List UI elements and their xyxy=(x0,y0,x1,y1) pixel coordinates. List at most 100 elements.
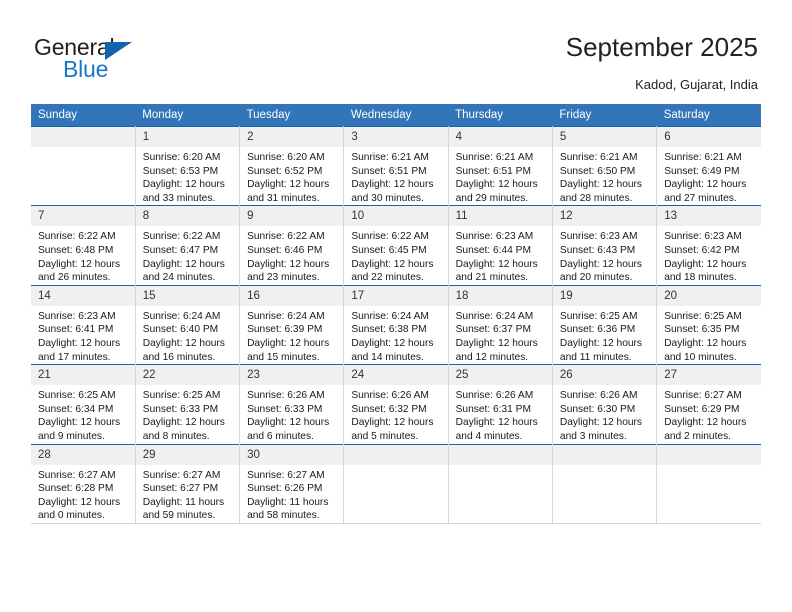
sunrise-text: Sunrise: 6:24 AM xyxy=(455,310,534,322)
daylight-text-line2: and 27 minutes. xyxy=(664,192,737,204)
day-cell[interactable]: 12 Sunrise: 6:23 AM Sunset: 6:43 PM Dayl… xyxy=(552,205,658,286)
day-details: Sunrise: 6:25 AM Sunset: 6:35 PM Dayligh… xyxy=(657,306,761,364)
daylight-text-line1: Daylight: 12 hours xyxy=(247,337,330,349)
calendar-header-row: Sunday Monday Tuesday Wednesday Thursday… xyxy=(31,104,761,127)
day-cell[interactable]: 11 Sunrise: 6:23 AM Sunset: 6:44 PM Dayl… xyxy=(448,205,553,286)
day-number: 1 xyxy=(135,127,240,147)
daylight-text-line1: Daylight: 12 hours xyxy=(142,337,225,349)
day-cell[interactable] xyxy=(343,443,449,524)
sunrise-text: Sunrise: 6:26 AM xyxy=(559,390,638,402)
daylight-text-line1: Daylight: 12 hours xyxy=(455,179,538,191)
day-cell[interactable]: 22 Sunrise: 6:25 AM Sunset: 6:33 PM Dayl… xyxy=(135,364,241,444)
day-cell[interactable]: 18 Sunrise: 6:24 AM Sunset: 6:37 PM Dayl… xyxy=(448,284,553,365)
day-cell[interactable]: 10 Sunrise: 6:22 AM Sunset: 6:45 PM Dayl… xyxy=(343,205,449,286)
calendar-week-row: 28 Sunrise: 6:27 AM Sunset: 6:28 PM Dayl… xyxy=(31,443,761,524)
sunrise-text: Sunrise: 6:24 AM xyxy=(351,310,429,322)
sunrise-text: Sunrise: 6:25 AM xyxy=(38,390,116,402)
sunrise-text: Sunrise: 6:26 AM xyxy=(247,390,325,402)
day-cell[interactable]: 16 Sunrise: 6:24 AM Sunset: 6:39 PM Dayl… xyxy=(239,284,345,365)
sunrise-text: Sunrise: 6:21 AM xyxy=(455,152,534,163)
day-cell[interactable]: 2 Sunrise: 6:20 AM Sunset: 6:52 PM Dayli… xyxy=(239,125,345,206)
day-cell[interactable]: 24 Sunrise: 6:26 AM Sunset: 6:32 PM Dayl… xyxy=(343,364,449,444)
day-cell[interactable]: 20 Sunrise: 6:25 AM Sunset: 6:35 PM Dayl… xyxy=(656,284,761,365)
sunset-text: Sunset: 6:44 PM xyxy=(455,244,531,256)
sunset-text: Sunset: 6:34 PM xyxy=(38,403,114,415)
general-blue-logo[interactable]: General Blue xyxy=(34,34,264,84)
day-details xyxy=(344,465,447,469)
day-cell[interactable] xyxy=(31,125,136,206)
sunrise-text: Sunrise: 6:25 AM xyxy=(142,390,221,402)
day-cell[interactable]: 19 Sunrise: 6:25 AM Sunset: 6:36 PM Dayl… xyxy=(552,284,658,365)
day-number: 4 xyxy=(448,127,552,147)
day-cell[interactable]: 17 Sunrise: 6:24 AM Sunset: 6:38 PM Dayl… xyxy=(343,284,449,365)
day-details: Sunrise: 6:22 AM Sunset: 6:45 PM Dayligh… xyxy=(344,226,447,284)
day-cell[interactable]: 28 Sunrise: 6:27 AM Sunset: 6:28 PM Dayl… xyxy=(31,443,136,524)
daylight-text-line2: and 29 minutes. xyxy=(455,192,529,204)
page-title: September 2025 xyxy=(565,32,758,62)
daylight-text-line2: and 28 minutes. xyxy=(559,192,633,204)
sunrise-text: Sunrise: 6:22 AM xyxy=(142,231,221,243)
day-number: 12 xyxy=(552,206,657,227)
day-details: Sunrise: 6:21 AM Sunset: 6:51 PM Dayligh… xyxy=(344,147,447,205)
day-number: 28 xyxy=(31,444,135,465)
day-cell[interactable]: 26 Sunrise: 6:26 AM Sunset: 6:30 PM Dayl… xyxy=(552,364,658,444)
day-cell[interactable] xyxy=(656,443,761,524)
day-number: 23 xyxy=(240,365,344,386)
day-cell[interactable]: 15 Sunrise: 6:24 AM Sunset: 6:40 PM Dayl… xyxy=(135,284,241,365)
day-details: Sunrise: 6:24 AM Sunset: 6:38 PM Dayligh… xyxy=(344,306,447,364)
day-cell[interactable]: 21 Sunrise: 6:25 AM Sunset: 6:34 PM Dayl… xyxy=(31,364,136,444)
day-cell[interactable]: 29 Sunrise: 6:27 AM Sunset: 6:27 PM Dayl… xyxy=(135,443,241,524)
day-cell[interactable]: 7 Sunrise: 6:22 AM Sunset: 6:48 PM Dayli… xyxy=(31,205,136,286)
daylight-text-line2: and 18 minutes. xyxy=(664,272,737,284)
daylight-text-line2: and 58 minutes. xyxy=(247,510,320,522)
day-cell[interactable]: 9 Sunrise: 6:22 AM Sunset: 6:46 PM Dayli… xyxy=(239,205,345,286)
day-cell[interactable]: 4 Sunrise: 6:21 AM Sunset: 6:51 PM Dayli… xyxy=(448,125,553,206)
day-cell[interactable] xyxy=(448,443,553,524)
sunrise-text: Sunrise: 6:25 AM xyxy=(664,310,742,322)
daylight-text-line2: and 2 minutes. xyxy=(664,430,732,442)
daylight-text-line2: and 8 minutes. xyxy=(142,430,210,442)
sunrise-text: Sunrise: 6:27 AM xyxy=(247,469,325,481)
sunrise-text: Sunrise: 6:27 AM xyxy=(664,390,742,402)
sunset-text: Sunset: 6:51 PM xyxy=(351,165,427,177)
day-cell[interactable]: 3 Sunrise: 6:21 AM Sunset: 6:51 PM Dayli… xyxy=(343,125,449,206)
daylight-text-line1: Daylight: 12 hours xyxy=(664,417,747,429)
day-cell[interactable]: 30 Sunrise: 6:27 AM Sunset: 6:26 PM Dayl… xyxy=(239,443,345,524)
day-details xyxy=(553,465,656,469)
day-number: 8 xyxy=(135,206,240,227)
day-cell[interactable]: 13 Sunrise: 6:23 AM Sunset: 6:42 PM Dayl… xyxy=(656,205,761,286)
day-cell[interactable]: 6 Sunrise: 6:21 AM Sunset: 6:49 PM Dayli… xyxy=(656,125,761,206)
daylight-text-line2: and 0 minutes. xyxy=(38,510,105,522)
calendar-week-row: 7 Sunrise: 6:22 AM Sunset: 6:48 PM Dayli… xyxy=(31,205,761,286)
day-cell[interactable]: 27 Sunrise: 6:27 AM Sunset: 6:29 PM Dayl… xyxy=(656,364,761,444)
sunset-text: Sunset: 6:47 PM xyxy=(142,244,219,256)
daylight-text-line1: Daylight: 12 hours xyxy=(559,179,643,191)
day-details: Sunrise: 6:24 AM Sunset: 6:39 PM Dayligh… xyxy=(240,306,343,364)
day-number: 11 xyxy=(448,206,552,227)
day-cell[interactable] xyxy=(552,443,658,524)
sunrise-text: Sunrise: 6:25 AM xyxy=(559,310,638,322)
day-cell[interactable]: 5 Sunrise: 6:21 AM Sunset: 6:50 PM Dayli… xyxy=(552,125,658,206)
day-details: Sunrise: 6:26 AM Sunset: 6:33 PM Dayligh… xyxy=(240,385,343,443)
calendar-table: Sunday Monday Tuesday Wednesday Thursday… xyxy=(31,104,761,524)
day-cell[interactable]: 23 Sunrise: 6:26 AM Sunset: 6:33 PM Dayl… xyxy=(239,364,345,444)
daylight-text-line2: and 22 minutes. xyxy=(351,272,424,284)
day-details: Sunrise: 6:23 AM Sunset: 6:42 PM Dayligh… xyxy=(657,226,761,284)
day-details: Sunrise: 6:27 AM Sunset: 6:26 PM Dayligh… xyxy=(240,465,343,523)
day-details: Sunrise: 6:25 AM Sunset: 6:36 PM Dayligh… xyxy=(553,306,656,364)
day-number: 10 xyxy=(344,206,448,227)
day-details xyxy=(657,465,761,469)
day-number: 15 xyxy=(135,285,240,306)
daylight-text-line1: Daylight: 12 hours xyxy=(455,417,538,429)
day-cell[interactable]: 8 Sunrise: 6:22 AM Sunset: 6:47 PM Dayli… xyxy=(135,205,241,286)
day-cell[interactable]: 1 Sunrise: 6:20 AM Sunset: 6:53 PM Dayli… xyxy=(135,125,241,206)
sunset-text: Sunset: 6:30 PM xyxy=(559,403,636,415)
daylight-text-line1: Daylight: 12 hours xyxy=(559,417,643,429)
day-details: Sunrise: 6:27 AM Sunset: 6:28 PM Dayligh… xyxy=(31,465,135,523)
day-cell[interactable]: 25 Sunrise: 6:26 AM Sunset: 6:31 PM Dayl… xyxy=(448,364,553,444)
day-cell[interactable]: 14 Sunrise: 6:23 AM Sunset: 6:41 PM Dayl… xyxy=(31,284,136,365)
day-details: Sunrise: 6:22 AM Sunset: 6:46 PM Dayligh… xyxy=(240,226,343,284)
day-number: 27 xyxy=(657,365,761,386)
daylight-text-line2: and 6 minutes. xyxy=(247,430,314,442)
sunset-text: Sunset: 6:51 PM xyxy=(455,165,531,177)
